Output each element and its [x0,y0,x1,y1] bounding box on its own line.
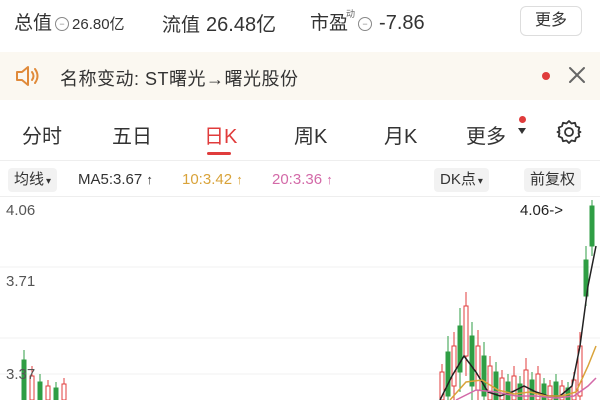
tab-intraday[interactable]: 分时 [22,120,62,149]
ma10-value: 10:3.42 ↑ [182,171,243,188]
up-arrow-icon: ↑ [146,172,153,187]
ma20-value: 20:3.36 ↑ [272,171,333,188]
ma5-value: MA5:3.67 ↑ [78,171,153,188]
tab-monthly-k[interactable]: 月K [384,120,417,149]
pe-superscript: 动 [346,9,356,19]
y-tick-label: 3.71 [6,273,36,290]
info-icon[interactable]: − [55,17,70,31]
info-icon[interactable]: − [358,17,373,31]
pe-label: 市盈 [310,13,349,34]
candle-group [21,200,595,401]
tab-weekly-k[interactable]: 周K [294,120,327,149]
float-value: 26.48亿 [206,14,277,36]
indicator-type-select[interactable]: 均线 ▾ [8,168,58,192]
gear-icon[interactable] [556,119,582,145]
up-arrow-icon: ↑ [326,172,333,187]
candle-body [463,305,469,357]
kline-chart[interactable]: 4.06 3.71 3.37 [0,196,600,401]
tab-daily-k[interactable]: 日K [204,120,237,149]
indicator-type-label: 均线 [14,171,45,188]
ma-lines [439,245,597,401]
total-value-label: 总值 [14,13,53,34]
candle-body [61,383,67,401]
valuation-row: 总值 − 26.80亿 流值 26.48亿 市盈 动 − -7.86 更多 [0,0,600,42]
ma10-text: 10:3.42 [182,171,233,188]
candle-body [451,345,457,387]
candle-body [45,385,51,401]
chevron-down-icon [518,128,526,134]
float-value-item: 流值 26.48亿 [162,8,276,37]
new-dot [519,116,526,123]
dk-point-select[interactable]: DK点 ▾ [434,168,489,192]
caret-down-icon: ▾ [46,176,52,187]
candle-body [445,351,451,397]
divider [0,160,600,161]
candle-body [37,381,43,401]
latest-price-marker: 4.06-> [520,202,563,219]
more-button[interactable]: 更多 [520,6,582,36]
ma5-text: MA5:3.67 [78,171,143,188]
tab-five-day[interactable]: 五日 [112,120,152,149]
ma20-text: 20:3.36 [272,171,323,188]
ma-indicator-bar: 均线 ▾ MA5:3.67 ↑ 10:3.42 ↑ 20:3.36 ↑ DK点 ▾ … [0,164,600,196]
close-icon[interactable] [566,64,588,86]
up-arrow-icon: ↑ [236,172,243,187]
candle-body [517,383,523,401]
pe-value: -7.86 [379,12,425,34]
candle-body [475,345,481,391]
ma-line [439,245,597,401]
total-value-item: 总值 − 26.80亿 [14,8,125,35]
candle-body [469,335,475,387]
float-value-label: 流值 [162,15,201,36]
adjust-button[interactable]: 前复权 [524,168,582,192]
period-tabs: 分时 五日 日K 周K 月K 更多 [0,108,600,160]
candle-body [505,381,511,401]
caret-down-icon: ▾ [477,176,483,187]
active-tab-indicator [207,152,231,155]
candle-body [487,365,493,401]
total-value: 26.80亿 [72,16,125,33]
candle-body [53,387,59,401]
notice-text: 名称变动: ST曙光→曙光股份 [60,69,299,89]
candle-body [499,377,505,401]
kline-svg [0,196,600,401]
speaker-icon [16,66,39,86]
dk-point-label: DK点 [440,171,476,188]
candle-body [589,205,595,247]
pe-item: 市盈 动 − -7.86 [310,8,425,35]
y-tick-label: 3.37 [6,366,36,383]
y-tick-label: 4.06 [6,202,36,219]
notice-banner[interactable]: 名称变动: ST曙光→曙光股份 [0,52,600,100]
unread-dot [542,72,550,80]
tab-more[interactable]: 更多 [466,120,506,149]
